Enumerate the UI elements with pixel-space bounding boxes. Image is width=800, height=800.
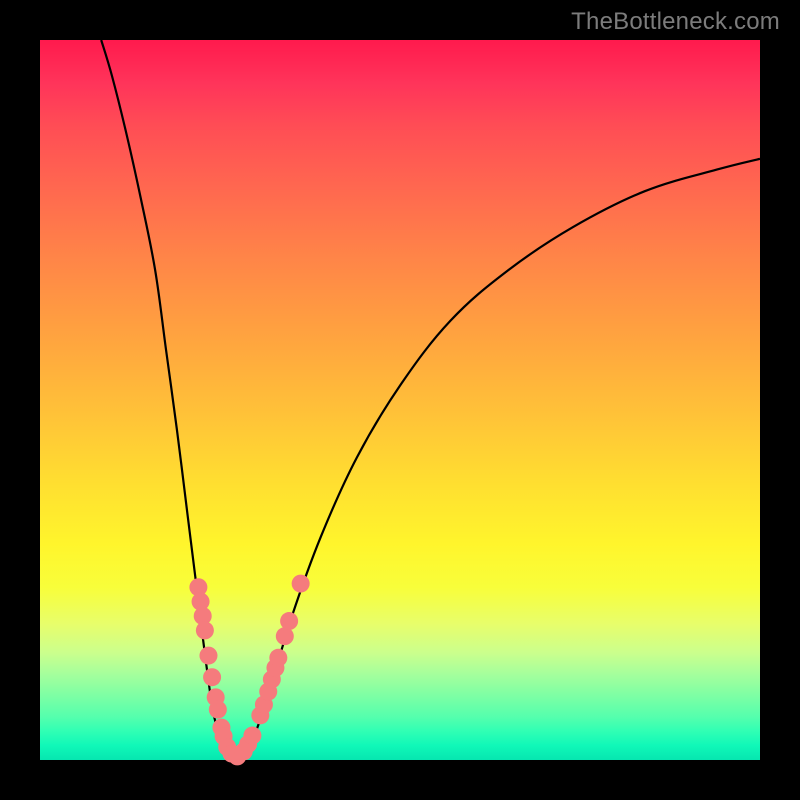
data-marker [199,647,217,665]
bottleneck-curve [101,40,760,758]
data-marker [292,575,310,593]
data-marker [269,649,287,667]
watermark-text: TheBottleneck.com [571,8,780,36]
data-marker [280,612,298,630]
data-markers [189,575,309,766]
chart-canvas: TheBottleneck.com [0,0,800,800]
data-marker [203,668,221,686]
plot-area [40,40,760,760]
chart-svg [40,40,760,760]
data-marker [196,621,214,639]
data-marker [276,627,294,645]
data-marker [243,727,261,745]
data-marker [209,701,227,719]
